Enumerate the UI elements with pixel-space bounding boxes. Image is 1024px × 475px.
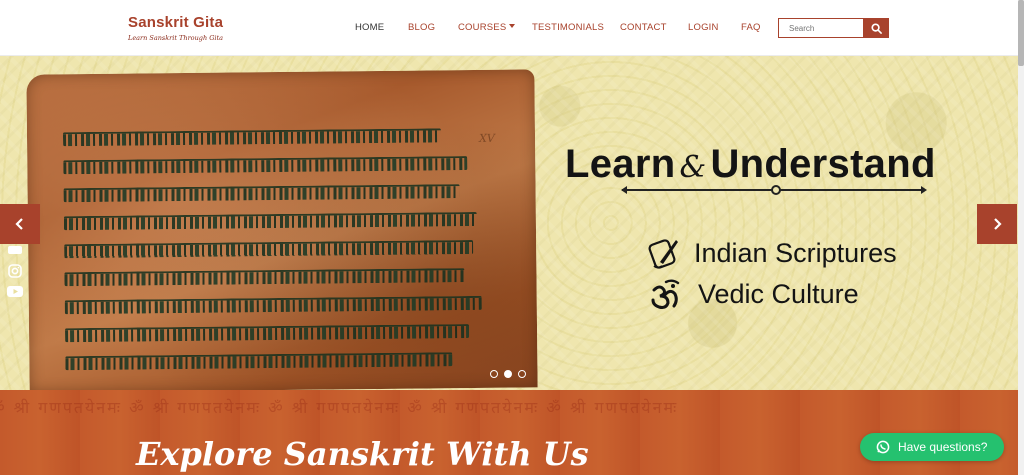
manuscript-image: XV	[26, 69, 538, 390]
nav-item-courses-label: COURSES	[458, 22, 507, 33]
chevron-left-icon	[15, 218, 23, 230]
explore-watermark-text: ॐ श्री गणपतयेनमः ॐ श्री गणपतयेनमः ॐ श्री…	[0, 398, 679, 417]
manuscript-folio-number: XV	[478, 131, 495, 145]
youtube-icon	[7, 286, 23, 297]
nav-item-login[interactable]: LOGIN	[688, 22, 719, 33]
instagram-link[interactable]	[7, 263, 23, 278]
hero-heading-amp: &	[679, 150, 707, 185]
manuscript-script	[62, 128, 496, 384]
hero-heading-part2: Understand	[710, 142, 936, 186]
site-title[interactable]: Sanskrit Gita	[128, 14, 223, 31]
om-icon	[651, 279, 680, 309]
explore-title: Explore Sanskrit With Us	[136, 435, 589, 473]
divider-center-dot	[771, 185, 781, 195]
hero-heading: Learn & Understand	[565, 142, 936, 187]
slider-dot-1[interactable]	[490, 370, 498, 378]
instagram-icon	[8, 263, 22, 278]
youtube-link[interactable]	[7, 285, 23, 298]
hero-heading-part1: Learn	[565, 142, 676, 186]
search-input[interactable]	[778, 18, 864, 38]
search-icon	[871, 22, 882, 34]
nav-item-contact[interactable]: CONTACT	[620, 22, 667, 33]
slider-pagination	[490, 370, 526, 378]
site-tagline: Learn Sanskrit Through Gita	[128, 34, 223, 42]
slider-next-button[interactable]	[977, 204, 1017, 244]
explore-section: ॐ श्री गणपतयेनमः ॐ श्री गणपतयेनमः ॐ श्री…	[0, 390, 1018, 475]
search-button[interactable]	[864, 18, 889, 38]
page-scrollbar[interactable]	[1018, 0, 1024, 475]
facebook-link[interactable]	[7, 243, 23, 256]
chevron-right-icon	[994, 218, 1002, 230]
scroll-quill-icon	[648, 239, 678, 269]
nav-item-testimonials[interactable]: TESTIMONIALS	[532, 22, 604, 33]
site-logo[interactable]: Sanskrit Gita Learn Sanskrit Through Git…	[128, 14, 223, 42]
slider-dot-2[interactable]	[504, 370, 512, 378]
have-questions-label: Have questions?	[898, 440, 988, 454]
feature-indian-scriptures: Indian Scriptures	[694, 238, 897, 268]
nav-item-courses[interactable]: COURSES	[458, 22, 516, 33]
slider-dot-3[interactable]	[518, 370, 526, 378]
have-questions-button[interactable]: Have questions?	[860, 433, 1004, 461]
whatsapp-icon	[876, 440, 890, 454]
scrollbar-thumb[interactable]	[1018, 0, 1024, 66]
hero-slider: XV Learn & Understand Indian Scriptures Ve…	[0, 56, 1018, 390]
slider-prev-button[interactable]	[0, 204, 40, 244]
facebook-icon	[8, 245, 22, 254]
nav-item-home[interactable]: HOME	[355, 22, 384, 33]
site-header: Sanskrit Gita Learn Sanskrit Through Git…	[0, 0, 1018, 56]
nav-item-faq[interactable]: FAQ	[741, 22, 761, 33]
feature-vedic-culture: Vedic Culture	[698, 279, 859, 309]
nav-item-blog[interactable]: BLOG	[408, 22, 435, 33]
divider-arrow-right	[921, 186, 927, 194]
social-links	[7, 243, 23, 298]
caret-down-icon	[509, 24, 516, 28]
